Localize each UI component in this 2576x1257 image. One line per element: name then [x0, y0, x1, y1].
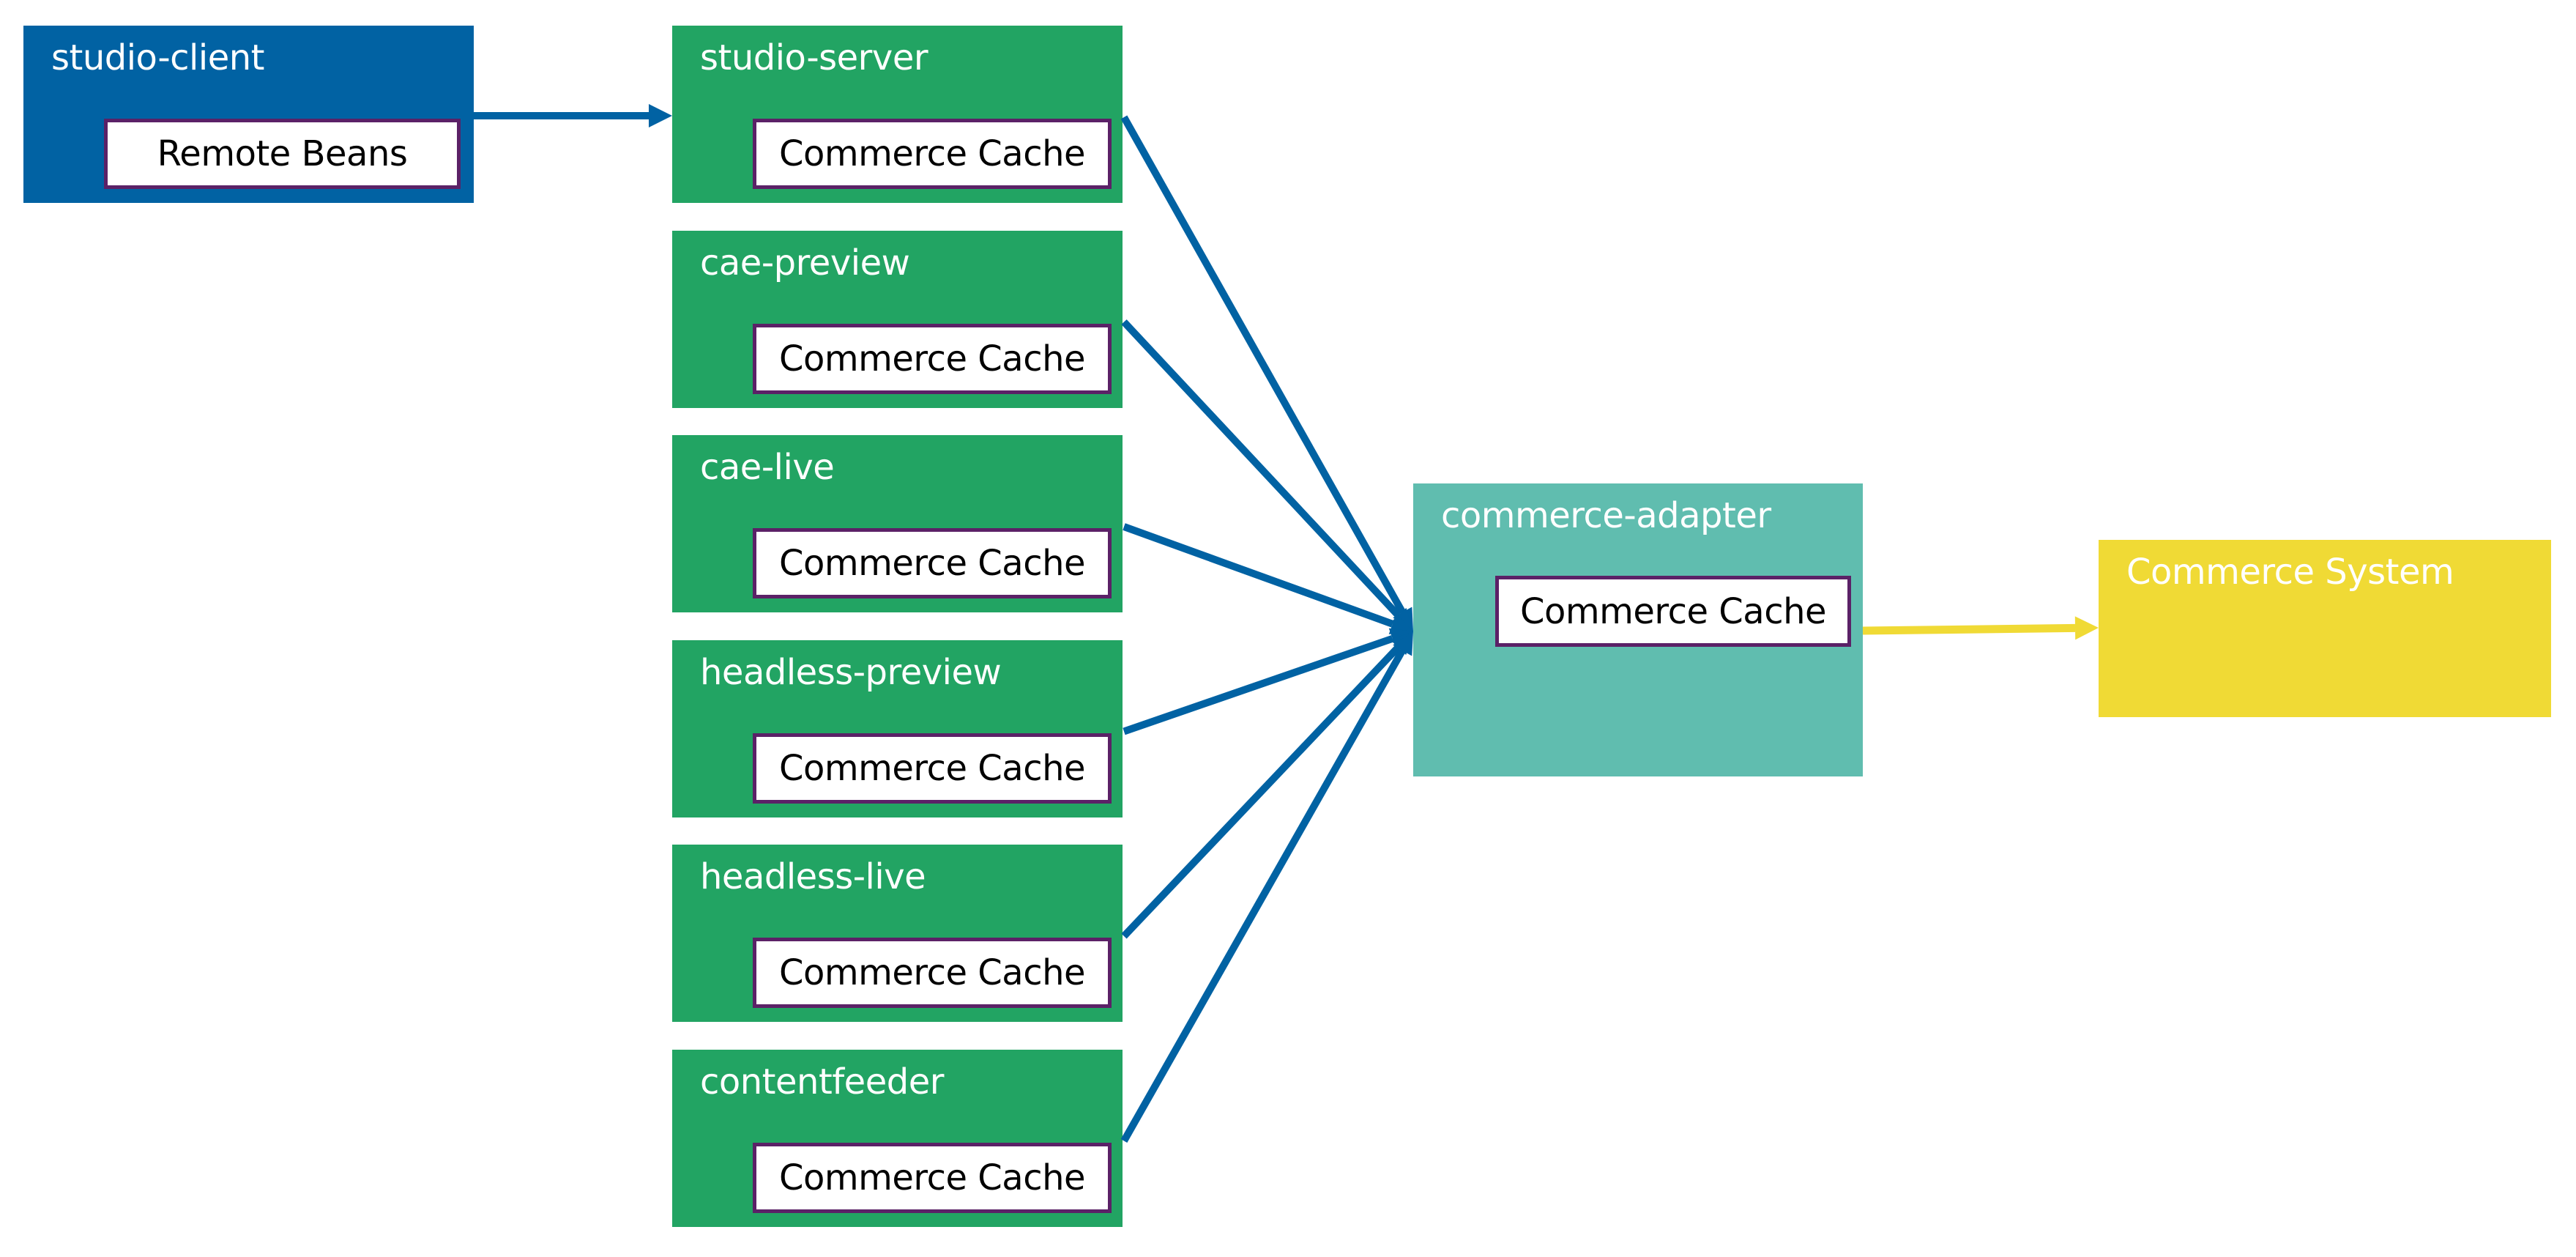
headless-preview-node: headless-preview Commerce Cache: [672, 639, 1123, 817]
commerce-cache-component: Commerce Cache: [1495, 576, 1851, 647]
cae-live-node: cae-live Commerce Cache: [672, 435, 1123, 612]
component-label: Commerce Cache: [778, 133, 1086, 174]
component-label: Commerce Cache: [1519, 590, 1827, 632]
commerce-cache-component: Commerce Cache: [753, 528, 1112, 598]
contentfeeder-node: contentfeeder Commerce Cache: [672, 1049, 1123, 1227]
node-title: contentfeeder: [700, 1061, 944, 1102]
node-title: Commerce System: [2126, 552, 2454, 593]
node-title: headless-live: [700, 856, 926, 897]
component-label: Commerce Cache: [778, 543, 1086, 584]
headless-live-node: headless-live Commerce Cache: [672, 845, 1123, 1022]
studio-client-node: studio-client Remote Beans: [23, 26, 474, 203]
commerce-cache-component: Commerce Cache: [753, 1142, 1112, 1213]
component-label: Commerce Cache: [778, 747, 1086, 789]
connector-studio-server-to-adapter: [1120, 115, 1413, 631]
commerce-cache-component: Commerce Cache: [753, 323, 1112, 394]
component-label: Commerce Cache: [778, 338, 1086, 379]
arrowhead-icon: [649, 104, 672, 127]
node-title: studio-server: [700, 37, 928, 78]
connector-line: [1123, 635, 1394, 735]
node-title: cae-live: [700, 447, 835, 488]
connector-client-to-studio-server: [474, 104, 672, 127]
arrowhead-icon: [2074, 616, 2099, 640]
component-label: Commerce Cache: [778, 1157, 1086, 1198]
remote-beans-component: Remote Beans: [104, 119, 461, 189]
commerce-system-node: Commerce System: [2099, 540, 2551, 717]
commerce-adapter-node: commerce-adapter Commerce Cache: [1413, 483, 1863, 776]
component-label: Remote Beans: [157, 133, 408, 174]
commerce-cache-component: Commerce Cache: [753, 733, 1112, 804]
connector-line: [1862, 623, 2076, 635]
node-title: headless-preview: [700, 651, 1002, 693]
node-title: studio-client: [51, 37, 264, 78]
commerce-cache-component: Commerce Cache: [753, 938, 1112, 1008]
node-title: commerce-adapter: [1441, 495, 1771, 536]
connector-line: [1123, 523, 1394, 628]
component-label: Commerce Cache: [778, 952, 1086, 993]
studio-server-node: studio-server Commerce Cache: [672, 26, 1123, 203]
connector-adapter-to-commerce-system: [1862, 616, 2099, 640]
commerce-cache-component: Commerce Cache: [753, 119, 1112, 189]
node-title: cae-preview: [700, 242, 910, 283]
cae-preview-node: cae-preview Commerce Cache: [672, 230, 1123, 408]
